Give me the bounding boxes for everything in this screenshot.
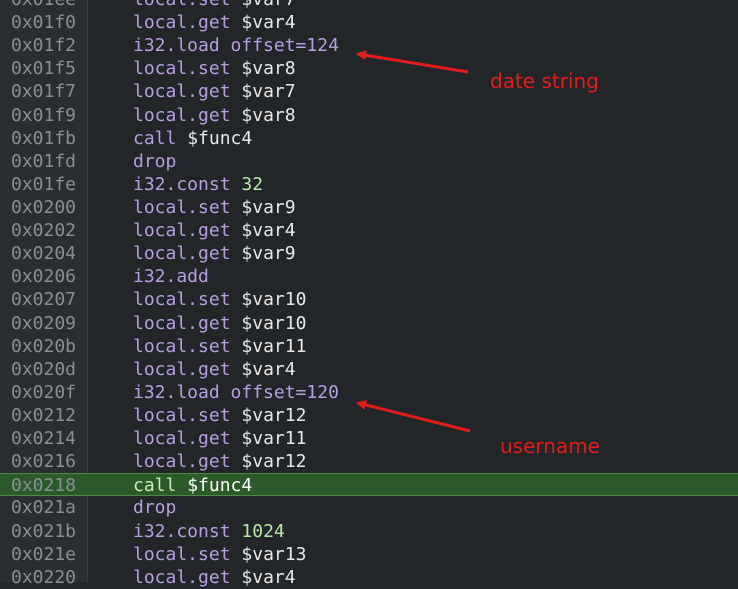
date-string-arrow — [356, 50, 469, 74]
username-arrow — [356, 400, 471, 433]
annotation-arrows — [356, 50, 471, 433]
date-string-annotation: date string — [490, 69, 599, 93]
username-annotation: username — [500, 434, 600, 458]
